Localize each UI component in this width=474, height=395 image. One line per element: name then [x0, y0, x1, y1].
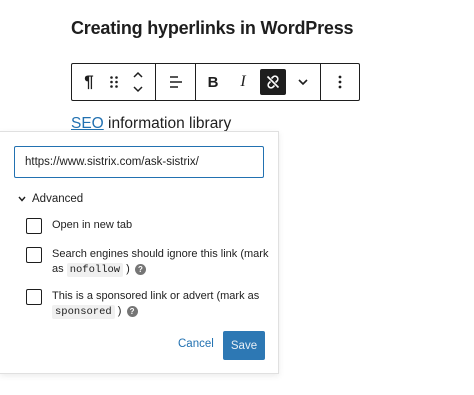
- sponsored-option: This is a sponsored link or advert (mark…: [26, 289, 272, 320]
- more-vertical-icon: [338, 75, 342, 89]
- paragraph-block-button[interactable]: ¶: [78, 64, 100, 100]
- align-group: [156, 64, 196, 100]
- chevron-down-icon: [18, 196, 26, 202]
- italic-button[interactable]: I: [230, 64, 256, 100]
- drag-handle-icon: [109, 76, 118, 88]
- page-title: Creating hyperlinks in WordPress: [71, 18, 354, 38]
- formatting-group: B I: [196, 64, 321, 100]
- nofollow-checkbox[interactable]: [26, 247, 42, 263]
- help-icon[interactable]: ?: [134, 263, 146, 275]
- move-up-down-button[interactable]: [127, 64, 149, 100]
- move-up-down-icon: [133, 71, 143, 93]
- save-button[interactable]: Save: [223, 331, 265, 360]
- open-new-tab-label: Open in new tab: [52, 219, 133, 231]
- seo-link[interactable]: SEO: [71, 115, 104, 132]
- unlink-button[interactable]: [260, 69, 286, 95]
- advanced-label: Advanced: [32, 193, 84, 205]
- nofollow-option: Search engines should ignore this link (…: [26, 247, 272, 278]
- sponsored-label: This is a sponsored link or advert (mark…: [52, 289, 272, 320]
- block-tools-group: ¶: [72, 64, 156, 100]
- cancel-button[interactable]: Cancel: [178, 338, 214, 350]
- drag-handle-button[interactable]: [103, 64, 125, 100]
- help-icon[interactable]: ?: [126, 305, 138, 317]
- block-options-button[interactable]: [338, 64, 342, 100]
- sponsored-code: sponsored: [52, 305, 115, 320]
- url-input[interactable]: [14, 146, 264, 178]
- sponsored-text-after: ): [114, 305, 122, 318]
- bold-button[interactable]: B: [200, 64, 226, 100]
- sponsored-text: This is a sponsored link or advert (mark…: [52, 290, 260, 302]
- unlink-icon: [266, 75, 280, 89]
- open-new-tab-option: Open in new tab: [26, 218, 272, 234]
- nofollow-text-after: ): [123, 263, 130, 276]
- advanced-toggle[interactable]: Advanced: [18, 193, 83, 205]
- options-group: [321, 64, 359, 100]
- paragraph-icon: ¶: [84, 72, 94, 91]
- open-new-tab-checkbox[interactable]: [26, 218, 42, 234]
- nofollow-code: nofollow: [66, 263, 124, 278]
- link-settings-popover: Advanced Open in new tab Search engines …: [0, 131, 279, 374]
- nofollow-label: Search engines should ignore this link (…: [52, 247, 272, 278]
- sponsored-checkbox[interactable]: [26, 289, 42, 305]
- paragraph-rest-text: information library: [103, 115, 232, 132]
- chevron-down-icon: [298, 79, 308, 86]
- block-toolbar: ¶ B I: [71, 63, 360, 101]
- more-formats-button[interactable]: [290, 64, 316, 100]
- align-left-icon: [169, 76, 182, 88]
- align-button[interactable]: [169, 64, 183, 100]
